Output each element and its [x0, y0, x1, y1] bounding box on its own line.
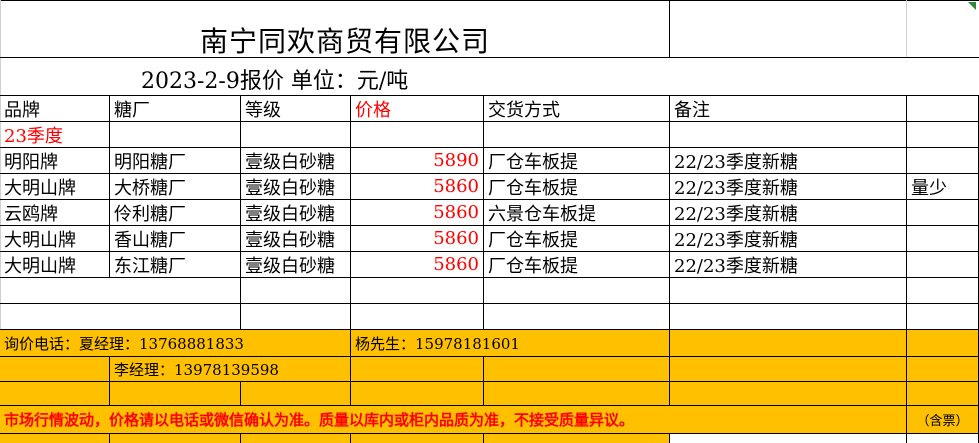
empty-cell[interactable] [241, 278, 351, 304]
cell-brand[interactable]: 大明山牌 [0, 174, 110, 200]
empty-cell[interactable] [670, 382, 907, 406]
cell-grade[interactable]: 壹级白砂糖 [241, 174, 351, 200]
cell-mill[interactable]: 伶利糖厂 [110, 200, 241, 226]
cell-price[interactable]: 5890 [351, 148, 484, 174]
cell-grade[interactable]: 壹级白砂糖 [241, 252, 351, 278]
cell-price[interactable]: 5860 [351, 200, 484, 226]
cell-brand[interactable]: 大明山牌 [0, 226, 110, 252]
empty-cell[interactable] [670, 304, 907, 330]
header-price[interactable]: 价格 [351, 96, 484, 122]
empty-cell[interactable] [241, 304, 351, 330]
empty-cell[interactable] [351, 304, 484, 330]
cell-remark[interactable]: 22/23季度新糖 [670, 226, 907, 252]
empty-cell[interactable] [241, 382, 351, 406]
empty-cell[interactable] [907, 382, 979, 406]
cell-marker-icon [968, 2, 976, 10]
market-notice[interactable]: 市场行情波动，价格请以电话或微信确认为准。质量以库内或柜内品质为准，不接受质量异… [0, 406, 907, 434]
empty-cell[interactable] [670, 122, 907, 148]
cell-remark[interactable]: 22/23季度新糖 [670, 174, 907, 200]
empty-cell[interactable] [907, 122, 979, 148]
cell-delivery[interactable]: 厂仓车板提 [484, 252, 670, 278]
empty-cell[interactable] [110, 434, 241, 443]
empty-cell[interactable] [907, 278, 979, 304]
empty-cell[interactable] [241, 122, 351, 148]
cell-grade[interactable]: 壹级白砂糖 [241, 226, 351, 252]
empty-cell[interactable] [670, 434, 907, 443]
empty-cell[interactable] [110, 382, 241, 406]
empty-cell[interactable] [0, 278, 241, 304]
empty-cell[interactable] [351, 382, 484, 406]
empty-cell[interactable] [907, 304, 979, 330]
contact-phone-yang[interactable]: 杨先生：15978181601 [351, 330, 670, 357]
empty-cell[interactable] [351, 357, 484, 382]
empty-cell[interactable] [351, 434, 484, 443]
empty-cell[interactable] [670, 357, 907, 382]
cell-brand[interactable]: 明阳牌 [0, 148, 110, 174]
header-brand[interactable]: 品牌 [0, 96, 110, 122]
empty-cell[interactable] [0, 382, 110, 406]
empty-cell[interactable] [907, 357, 979, 382]
cell-mill[interactable]: 香山糖厂 [110, 226, 241, 252]
empty-cell[interactable] [907, 434, 979, 443]
empty-cell[interactable] [351, 122, 484, 148]
cell-price[interactable]: 5860 [351, 252, 484, 278]
empty-cell[interactable] [484, 382, 670, 406]
cell-price[interactable]: 5860 [351, 226, 484, 252]
empty-cell[interactable] [484, 304, 670, 330]
empty-cell[interactable] [110, 122, 241, 148]
empty-cell[interactable] [670, 330, 907, 357]
empty-cell[interactable] [484, 434, 670, 443]
cell-extra[interactable] [907, 200, 979, 226]
cell-mill[interactable]: 大桥糖厂 [110, 174, 241, 200]
quote-date-unit: 2023-2-9报价 单位：元/吨 [141, 69, 409, 94]
tax-included-note[interactable]: （含票） [907, 406, 979, 434]
empty-cell[interactable] [0, 304, 241, 330]
header-mill[interactable]: 糖厂 [110, 96, 241, 122]
cell-remark[interactable]: 22/23季度新糖 [670, 148, 907, 174]
cell-price[interactable]: 5860 [351, 174, 484, 200]
cell-grade[interactable]: 壹级白砂糖 [241, 148, 351, 174]
cell-delivery[interactable]: 厂仓车板提 [484, 174, 670, 200]
cell-brand[interactable]: 大明山牌 [0, 252, 110, 278]
spreadsheet: 南宁同欢商贸有限公司 2023-2-9报价 单位：元/吨 品牌 糖厂 等级 价格… [0, 0, 979, 443]
cell-remark[interactable]: 22/23季度新糖 [670, 200, 907, 226]
cell-brand[interactable]: 云鸥牌 [0, 200, 110, 226]
empty-cell[interactable] [484, 122, 670, 148]
cell-grade[interactable]: 壹级白砂糖 [241, 200, 351, 226]
empty-cell[interactable] [0, 434, 110, 443]
empty-cell[interactable] [907, 330, 979, 357]
contact-phone-xia[interactable]: 询价电话：夏经理：13768881833 [0, 330, 351, 357]
company-title: 南宁同欢商贸有限公司 [200, 25, 491, 58]
header-remark[interactable]: 备注 [670, 96, 907, 122]
cell-extra[interactable] [907, 148, 979, 174]
cell-extra[interactable] [907, 226, 979, 252]
cell-delivery[interactable]: 厂仓车板提 [484, 226, 670, 252]
cell-delivery[interactable]: 厂仓车板提 [484, 148, 670, 174]
season-label[interactable]: 23季度 [0, 122, 110, 148]
grid-line [906, 0, 907, 58]
header-empty[interactable] [907, 96, 979, 122]
cell-extra[interactable] [907, 252, 979, 278]
empty-cell[interactable] [0, 357, 110, 382]
empty-cell[interactable] [351, 278, 484, 304]
header-delivery[interactable]: 交货方式 [484, 96, 670, 122]
empty-cell[interactable] [484, 357, 670, 382]
cell-mill[interactable]: 东江糖厂 [110, 252, 241, 278]
grid-line [669, 0, 670, 58]
cell-remark[interactable]: 22/23季度新糖 [670, 252, 907, 278]
header-grade[interactable]: 等级 [241, 96, 351, 122]
empty-cell[interactable] [484, 278, 670, 304]
cell-mill[interactable]: 明阳糖厂 [110, 148, 241, 174]
contact-phone-li[interactable]: 李经理：13978139598 [110, 357, 351, 382]
cell-extra[interactable]: 量少 [907, 174, 979, 200]
cell-delivery[interactable]: 六景仓车板提 [484, 200, 670, 226]
empty-cell[interactable] [241, 434, 351, 443]
empty-cell[interactable] [670, 278, 907, 304]
top-border [0, 0, 979, 1]
